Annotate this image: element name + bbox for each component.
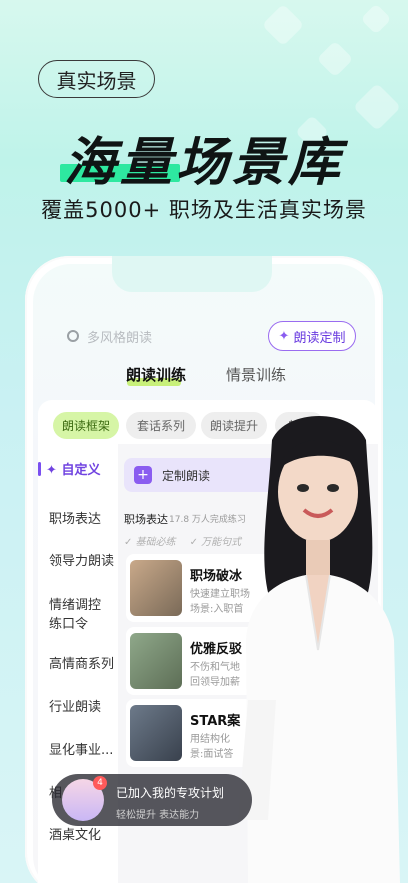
sidebar-item-leadership[interactable]: 领导力朗读 xyxy=(49,552,114,571)
custom-read-button[interactable]: ✦ 朗读定制 xyxy=(268,321,356,351)
phone-notch xyxy=(112,256,272,292)
badge-basic: ✓ 基础必练 xyxy=(124,537,176,548)
custom-read-label: 定制朗读 xyxy=(162,468,211,483)
search-icon xyxy=(67,330,79,342)
sparkle-icon: ✦ xyxy=(46,463,57,478)
sidebar-item-eq[interactable]: 高情商系列 xyxy=(49,655,114,674)
toast-subtitle: 轻松提升 表达能力 xyxy=(116,810,200,821)
subline: 覆盖5000+ 职场及生活真实场景 xyxy=(41,198,367,222)
sidebar-item-workplace[interactable]: 职场表达 xyxy=(49,510,101,529)
search-input[interactable]: 多风格朗读 xyxy=(55,322,255,350)
decor-diamond xyxy=(261,3,305,47)
notification-badge: 4 xyxy=(93,776,107,790)
lesson-thumbnail xyxy=(130,633,182,689)
tab-read-training[interactable]: 朗读训练 xyxy=(126,364,186,385)
section-title: 职场表达 xyxy=(124,513,168,526)
decor-diamond xyxy=(360,3,392,35)
model-portrait xyxy=(238,416,400,883)
lesson-scene: 景:面试答 xyxy=(190,749,234,760)
lesson-thumbnail xyxy=(130,705,182,761)
sidebar-item-manifest[interactable]: 显化事业... xyxy=(49,741,113,760)
chip-read-framework[interactable]: 朗读框架 xyxy=(53,412,119,439)
lesson-desc: 用结构化 xyxy=(190,734,230,745)
sidebar-item-label: 自定义 xyxy=(61,463,101,478)
sidebar-active-indicator xyxy=(38,462,41,476)
decor-diamond xyxy=(316,40,354,78)
tab-scene-training[interactable]: 情景训练 xyxy=(226,364,286,385)
plus-icon: + xyxy=(134,466,152,484)
sidebar-item-banquet[interactable]: 酒桌文化 xyxy=(49,826,101,845)
toast-title: 已加入我的专攻计划 xyxy=(116,786,225,800)
sparkle-icon: ✦ xyxy=(278,328,290,344)
lesson-thumbnail xyxy=(130,560,182,616)
scene-tag: 真实场景 xyxy=(38,60,155,98)
search-placeholder: 多风格朗读 xyxy=(87,330,153,346)
sidebar-item-emotion[interactable]: 情绪调控 练口令 xyxy=(49,596,101,634)
headline: 海量场景库 xyxy=(63,133,344,193)
sidebar-item-custom[interactable]: ✦ 自定义 xyxy=(46,461,100,480)
badge-row: ✓ 基础必练 ✓ 万能句式 xyxy=(124,533,241,548)
sidebar-item-industry[interactable]: 行业朗读 xyxy=(49,698,101,717)
custom-read-button-label: 朗读定制 xyxy=(293,330,346,346)
chip-set-phrases[interactable]: 套话系列 xyxy=(126,412,196,439)
